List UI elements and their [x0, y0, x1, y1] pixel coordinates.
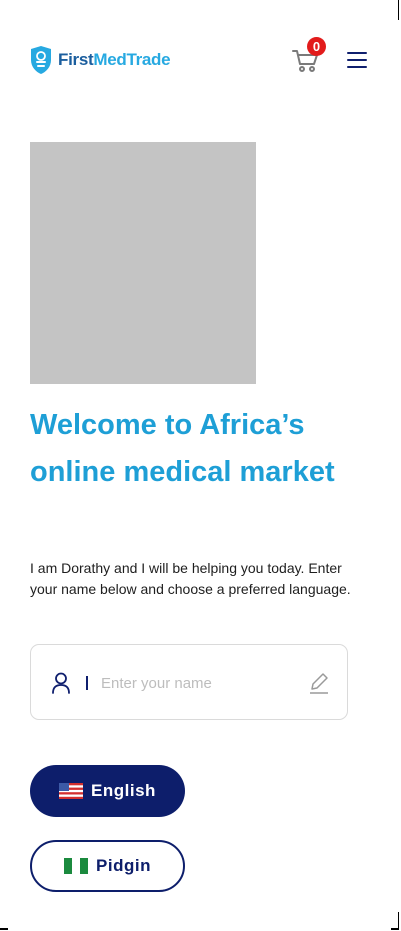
nigeria-flag-icon: [64, 858, 89, 874]
text-cursor: [86, 676, 88, 690]
welcome-title: Welcome to Africa’s online medical marke…: [30, 409, 335, 488]
pencil-icon[interactable]: [308, 671, 330, 695]
corner-mark-bottom-right: [398, 912, 399, 929]
top-header: FirstMedTrade 0: [0, 0, 401, 120]
intro-description: I am Dorathy and I will be helping you t…: [30, 560, 351, 597]
english-label: English: [91, 781, 156, 800]
user-icon: [52, 672, 70, 694]
brand-logo[interactable]: FirstMedTrade: [30, 45, 171, 75]
logo-wordmark: FirstMedTrade: [58, 45, 171, 75]
hamburger-menu-icon[interactable]: [345, 50, 369, 70]
shield-logo-icon: [31, 46, 51, 74]
logo-first: First: [58, 50, 94, 69]
logo-medtrade: MedTrade: [93, 50, 171, 69]
pidgin-label: Pidgin: [96, 856, 151, 875]
hero-image-placeholder: [30, 142, 256, 384]
us-flag-icon: [59, 783, 84, 799]
name-input[interactable]: [101, 669, 301, 697]
english-language-button[interactable]: English: [30, 765, 185, 817]
cart-count-badge: 0: [307, 37, 326, 56]
pidgin-language-button[interactable]: Pidgin: [30, 840, 185, 892]
corner-mark-bottom-right-h: [391, 928, 399, 930]
name-field-container[interactable]: [30, 644, 348, 720]
corner-mark-bottom-left: [0, 928, 8, 930]
